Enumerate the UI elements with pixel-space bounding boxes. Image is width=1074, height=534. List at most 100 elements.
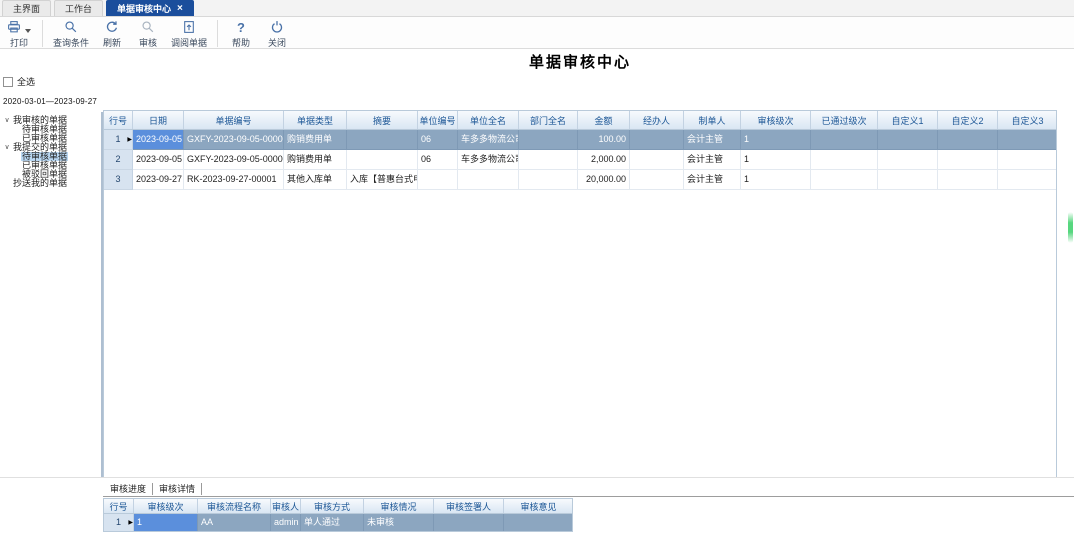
column-header-custom3[interactable]: 自定义3 (998, 111, 1057, 129)
cell-signer[interactable] (434, 514, 504, 532)
table-row[interactable]: 1▶1AAadmin单人通过未审核 (104, 514, 572, 532)
column-header-date[interactable]: 日期 (133, 111, 184, 129)
cell-summary[interactable]: 入库【普惠台式电 (347, 170, 418, 190)
cell-handler[interactable] (630, 150, 684, 170)
horizontal-splitter[interactable] (0, 477, 1074, 478)
column-header-custom1[interactable]: 自定义1 (878, 111, 938, 129)
table-row[interactable]: 1▶2023-09-05GXFY-2023-09-05-00001购销费用单 06… (104, 130, 1056, 150)
cell-row-no[interactable]: 3 (104, 170, 133, 190)
column-header-unit-name[interactable]: 单位全名 (458, 111, 519, 129)
column-header-flow-name[interactable]: 审核流程名称 (198, 499, 271, 513)
column-header-unit-no[interactable]: 单位编号 (418, 111, 458, 129)
cell-summary[interactable] (347, 130, 418, 150)
cell-unit-name[interactable]: 车多多物流公司 (458, 150, 519, 170)
cell-row-no[interactable]: 2 (104, 150, 133, 170)
column-header-opinion[interactable]: 审核意见 (504, 499, 573, 513)
column-header-signer[interactable]: 审核签署人 (434, 499, 504, 513)
cell-dept-name[interactable] (519, 150, 578, 170)
column-header-doc-type[interactable]: 单据类型 (284, 111, 347, 129)
cell-flow-name[interactable]: AA (198, 514, 271, 532)
tab-workbench[interactable]: 工作台 (54, 0, 103, 16)
column-header-row-no[interactable]: 行号 (104, 111, 133, 129)
cell-passed-level[interactable] (811, 150, 878, 170)
column-header-audit-level[interactable]: 审核级次 (741, 111, 811, 129)
cell-custom2[interactable] (938, 150, 998, 170)
cell-custom3[interactable] (998, 130, 1057, 150)
cell-audit-method[interactable]: 单人通过 (301, 514, 364, 532)
cell-date[interactable]: 2023-09-05 (133, 130, 184, 150)
print-button[interactable]: 打印 (6, 20, 32, 49)
cell-audit-level[interactable]: 1 (741, 170, 811, 190)
cell-unit-no[interactable]: 06 (418, 130, 458, 150)
print-dropdown-arrow-icon[interactable] (25, 29, 31, 33)
column-header-doc-no[interactable]: 单据编号 (184, 111, 284, 129)
column-header-audit-status[interactable]: 审核情况 (364, 499, 434, 513)
cell-dept-name[interactable] (519, 130, 578, 150)
detail-tab-audit-detail[interactable]: 审核详情 (153, 483, 202, 495)
table-row[interactable]: 22023-09-05GXFY-2023-09-05-00002购销费用单 06车… (104, 150, 1056, 170)
cell-summary[interactable] (347, 150, 418, 170)
cell-date[interactable]: 2023-09-05 (133, 150, 184, 170)
cell-unit-name[interactable]: 车多多物流公司 (458, 130, 519, 150)
close-button[interactable]: 关闭 (264, 20, 290, 49)
cell-audit-level[interactable]: 1 (134, 514, 198, 532)
close-tab-icon[interactable]: × (177, 4, 183, 14)
cell-doc-no[interactable]: RK-2023-09-27-00001 (184, 170, 284, 190)
column-header-custom2[interactable]: 自定义2 (938, 111, 998, 129)
cell-doc-type[interactable]: 购销费用单 (284, 130, 347, 150)
tab-document-audit-center[interactable]: 单据审核中心 × (106, 0, 194, 16)
cell-audit-status[interactable]: 未审核 (364, 514, 434, 532)
cell-handler[interactable] (630, 170, 684, 190)
cell-handler[interactable] (630, 130, 684, 150)
cell-custom1[interactable] (878, 150, 938, 170)
column-header-amount[interactable]: 金额 (578, 111, 630, 129)
tree-expand-caret-icon[interactable]: ∨ (2, 143, 12, 152)
cell-audit-level[interactable]: 1 (741, 130, 811, 150)
cell-doc-type[interactable]: 其他入库单 (284, 170, 347, 190)
detail-tab-audit-progress[interactable]: 审核进度 (104, 483, 153, 495)
refresh-button[interactable]: 刷新 (99, 20, 125, 49)
cell-custom3[interactable] (998, 170, 1057, 190)
cell-creator[interactable]: 会计主管 (684, 170, 741, 190)
cell-creator[interactable]: 会计主管 (684, 150, 741, 170)
cell-custom1[interactable] (878, 170, 938, 190)
help-button[interactable]: ?帮助 (228, 20, 254, 49)
cell-amount[interactable]: 2,000.00 (578, 150, 630, 170)
column-header-row-no[interactable]: 行号 (104, 499, 134, 513)
cell-custom2[interactable] (938, 130, 998, 150)
column-header-summary[interactable]: 摘要 (347, 111, 418, 129)
tree-expand-caret-icon[interactable]: ∨ (2, 116, 12, 125)
cell-custom3[interactable] (998, 150, 1057, 170)
cell-doc-type[interactable]: 购销费用单 (284, 150, 347, 170)
cell-amount[interactable]: 20,000.00 (578, 170, 630, 190)
cell-custom1[interactable] (878, 130, 938, 150)
cell-custom2[interactable] (938, 170, 998, 190)
column-header-dept-name[interactable]: 部门全名 (519, 111, 578, 129)
tab-main-screen[interactable]: 主界面 (2, 0, 51, 16)
view-document-button[interactable]: 调阅单据 (171, 20, 207, 49)
cell-row-no[interactable]: 1▶ (104, 130, 133, 150)
cell-passed-level[interactable] (811, 130, 878, 150)
cell-unit-no[interactable] (418, 170, 458, 190)
cell-amount[interactable]: 100.00 (578, 130, 630, 150)
cell-unit-no[interactable]: 06 (418, 150, 458, 170)
cell-auditor[interactable]: admin (271, 514, 301, 532)
query-conditions-button[interactable]: 查询条件 (53, 20, 89, 49)
cell-unit-name[interactable] (458, 170, 519, 190)
cell-dept-name[interactable] (519, 170, 578, 190)
cell-doc-no[interactable]: GXFY-2023-09-05-00002 (184, 150, 284, 170)
cell-doc-no[interactable]: GXFY-2023-09-05-00001 (184, 130, 284, 150)
cell-opinion[interactable] (504, 514, 573, 532)
cell-date[interactable]: 2023-09-27 (133, 170, 184, 190)
column-header-audit-level[interactable]: 审核级次 (134, 499, 198, 513)
column-header-passed-level[interactable]: 已通过级次 (811, 111, 878, 129)
column-header-audit-method[interactable]: 审核方式 (301, 499, 364, 513)
cell-creator[interactable]: 会计主管 (684, 130, 741, 150)
column-header-auditor[interactable]: 审核人 (271, 499, 301, 513)
select-all-checkbox[interactable] (3, 77, 13, 87)
cell-passed-level[interactable] (811, 170, 878, 190)
cell-audit-level[interactable]: 1 (741, 150, 811, 170)
column-header-creator[interactable]: 制单人 (684, 111, 741, 129)
cell-row-no[interactable]: 1▶ (104, 514, 134, 532)
tree-item-docs-cc-me[interactable]: 抄送我的单据 (0, 179, 101, 188)
